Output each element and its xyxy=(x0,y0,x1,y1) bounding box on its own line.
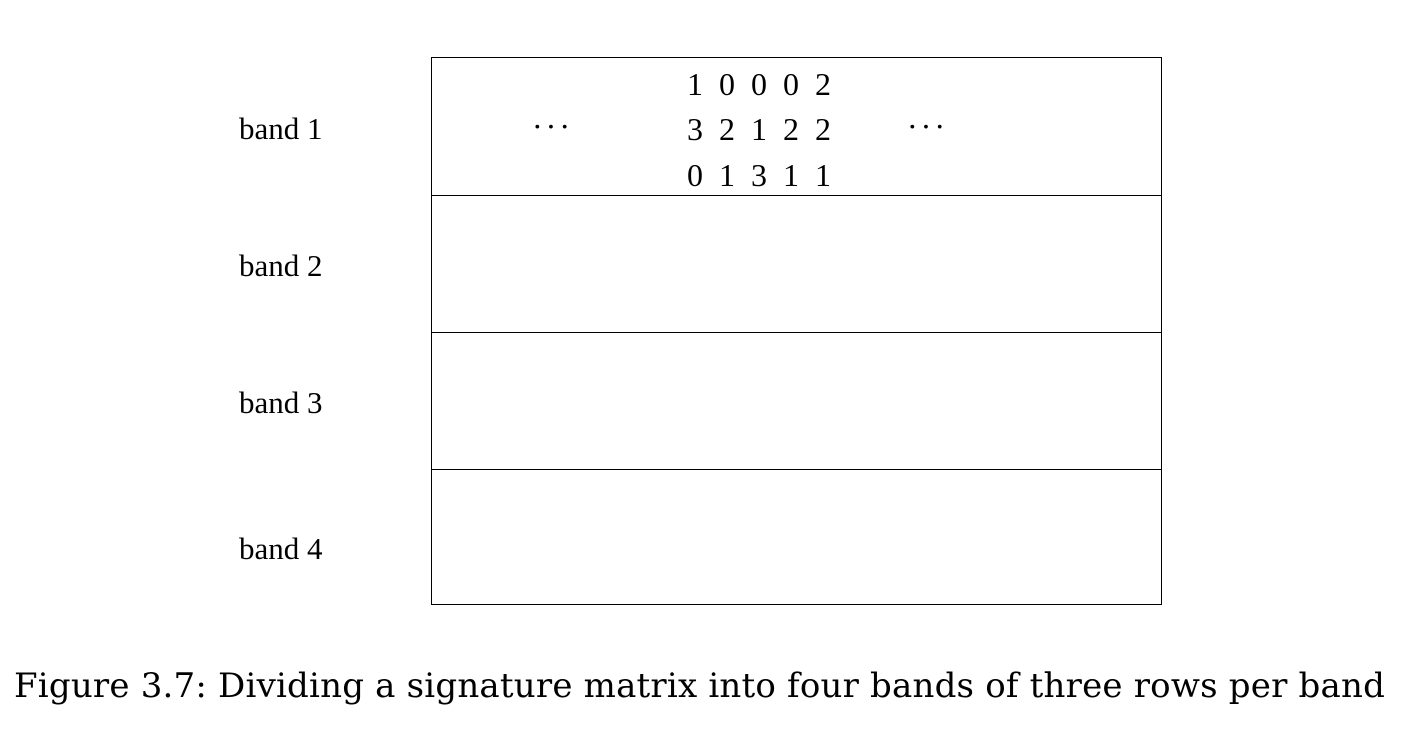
band-label-3: band 3 xyxy=(239,385,323,420)
band-2-region xyxy=(432,195,1161,332)
band-label-1: band 1 xyxy=(239,111,323,146)
signature-row-2: 3 2 1 2 2 xyxy=(687,111,835,147)
right-ellipsis: ··· xyxy=(907,108,948,144)
left-ellipsis: ··· xyxy=(532,108,573,144)
band-label-2: band 2 xyxy=(239,248,323,283)
signature-row-3: 0 1 3 1 1 xyxy=(687,157,835,193)
band-1-region: ··· 1 0 0 0 2 3 2 1 2 2 0 1 3 1 1 ··· xyxy=(432,58,1161,195)
band-label-4: band 4 xyxy=(239,531,323,566)
signature-matrix: ··· 1 0 0 0 2 3 2 1 2 2 0 1 3 1 1 ··· xyxy=(431,57,1162,605)
signature-row-1: 1 0 0 0 2 xyxy=(687,66,835,102)
figure-caption: Figure 3.7: Dividing a signature matrix … xyxy=(14,666,1386,706)
band-3-region xyxy=(432,332,1161,469)
band-4-region xyxy=(432,469,1161,604)
